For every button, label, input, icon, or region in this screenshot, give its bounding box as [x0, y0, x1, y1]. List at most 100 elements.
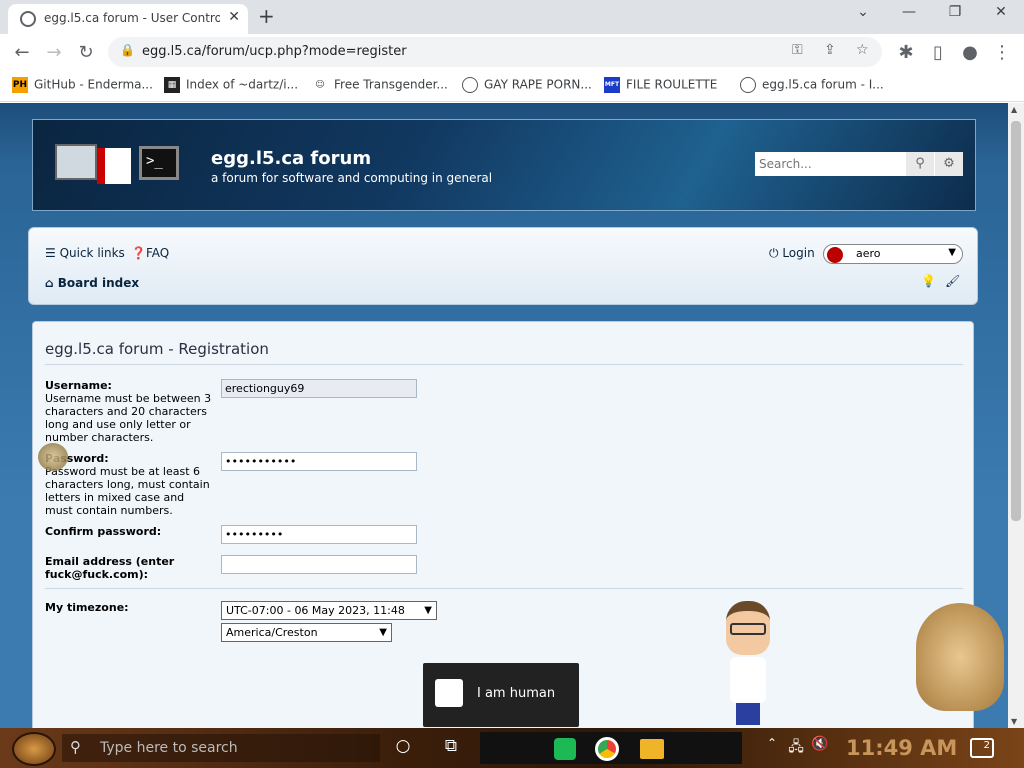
- close-window-button[interactable]: ✕: [978, 4, 1024, 28]
- page-title: egg.l5.ca forum - Registration: [45, 340, 269, 358]
- scroll-up-icon[interactable]: ▲: [1011, 105, 1017, 114]
- mft-icon: MFT: [604, 77, 620, 93]
- mask-icon: ☺: [312, 77, 328, 93]
- hamster-image: [916, 603, 1004, 711]
- home-icon: ⌂: [45, 276, 58, 290]
- username-desc: Username must be between 3 characters an…: [45, 392, 212, 444]
- site-title[interactable]: egg.l5.ca forum: [211, 148, 371, 169]
- tab-title: egg.l5.ca forum - User Control: [44, 11, 220, 25]
- chevron-down-icon: ▼: [379, 627, 387, 638]
- ph-icon: PH: [12, 77, 28, 93]
- address-bar[interactable]: 🔒 egg.l5.ca/forum/ucp.php?mode=register …: [108, 37, 882, 67]
- computer-logo-icon: [55, 144, 97, 180]
- terminal-icon: ▦: [164, 77, 180, 93]
- cd-logo-icon: [97, 148, 131, 184]
- back-icon[interactable]: ←: [10, 42, 34, 63]
- password-key-icon[interactable]: ⚿: [792, 42, 803, 58]
- page-viewport: >_ egg.l5.ca forum a forum for software …: [0, 103, 1008, 728]
- style-icon: [827, 247, 843, 263]
- close-tab-icon[interactable]: ✕: [228, 9, 240, 25]
- email-label: Email address (enter fuck@fuck.com):: [45, 555, 175, 581]
- cortana-icon[interactable]: ○: [391, 736, 415, 756]
- site-header: >_ egg.l5.ca forum a forum for software …: [32, 119, 976, 211]
- cursor-animal-image: [38, 443, 68, 471]
- restore-button[interactable]: ❐: [932, 4, 978, 28]
- brush-icon[interactable]: 🖌: [945, 274, 960, 288]
- captcha-widget: I am human: [423, 663, 579, 727]
- divider: [45, 588, 963, 589]
- share-icon[interactable]: ⇪: [824, 42, 836, 58]
- username-field[interactable]: [221, 379, 417, 398]
- power-icon: ⏻: [769, 246, 783, 260]
- timezone-offset-select[interactable]: UTC-07:00 - 06 May 2023, 11:48 ▼: [221, 601, 437, 620]
- style-select[interactable]: aero ▼: [823, 244, 963, 264]
- lock-icon[interactable]: 🔒: [120, 43, 135, 57]
- gear-icon[interactable]: ⚙: [935, 152, 963, 176]
- browser-tab-strip: egg.l5.ca forum - User Control ✕ + ⌄ — ❐…: [0, 0, 1024, 34]
- extensions-icon[interactable]: ✱: [894, 42, 918, 63]
- taskbar-search-placeholder: Type here to search: [100, 740, 238, 756]
- scrollbar-thumb[interactable]: [1011, 121, 1021, 521]
- bookmark-item[interactable]: GAY RAPE PORN...: [462, 77, 592, 93]
- scroll-down-icon[interactable]: ▼: [1011, 717, 1017, 726]
- board-index-link[interactable]: ⌂ Board index: [45, 276, 139, 290]
- volume-muted-icon[interactable]: 🔇: [808, 736, 832, 752]
- search-box: ⚲ ⚙: [755, 152, 963, 176]
- task-view-icon[interactable]: ⧉: [439, 736, 463, 756]
- timezone-label: My timezone:: [45, 601, 129, 614]
- taskbar: ⚲ Type here to search ○ ⧉ ⌃ 🖧 🔇 11:49 AM…: [0, 728, 1024, 768]
- new-tab-button[interactable]: +: [258, 4, 275, 28]
- globe-icon: [20, 11, 36, 27]
- tray-chevron-icon[interactable]: ⌃: [760, 736, 784, 750]
- confirm-password-label: Confirm password:: [45, 525, 162, 538]
- bookmark-item[interactable]: MFT FILE ROULETTE: [604, 77, 717, 93]
- profile-icon[interactable]: ●: [958, 42, 982, 63]
- bookmark-star-icon[interactable]: ☆: [856, 42, 869, 58]
- app-icon[interactable]: [554, 738, 576, 760]
- minimize-button[interactable]: —: [886, 4, 932, 28]
- chevron-down-icon: ▼: [424, 605, 432, 616]
- username-label: Username:: [45, 379, 112, 392]
- confirm-password-field[interactable]: [221, 525, 417, 544]
- login-link[interactable]: ⏻ Login: [769, 246, 815, 261]
- lightbulb-icon[interactable]: 💡: [921, 274, 936, 288]
- notification-center-icon[interactable]: 2: [970, 738, 994, 758]
- reload-icon[interactable]: ↻: [74, 42, 98, 63]
- forward-icon[interactable]: →: [42, 42, 66, 63]
- email-field[interactable]: [221, 555, 417, 574]
- divider: [45, 364, 963, 365]
- taskbar-apps: [480, 732, 742, 764]
- password-desc: Password must be at least 6 characters l…: [45, 465, 210, 517]
- bookmark-item[interactable]: egg.l5.ca forum - I...: [740, 77, 884, 93]
- search-icon: ⚲: [70, 738, 81, 756]
- taskbar-search[interactable]: ⚲ Type here to search: [62, 734, 380, 762]
- globe-icon: [462, 77, 478, 93]
- clock[interactable]: 11:49 AM: [846, 736, 957, 760]
- search-input[interactable]: [755, 152, 905, 176]
- globe-icon: [740, 77, 756, 93]
- chrome-icon[interactable]: [595, 737, 619, 761]
- captcha-checkbox[interactable]: [435, 679, 463, 707]
- faq-link[interactable]: ❓FAQ: [131, 246, 169, 260]
- chevron-down-icon: ▼: [948, 247, 956, 258]
- page-scrollbar[interactable]: ▲ ▼: [1008, 103, 1024, 728]
- menu-icon[interactable]: ⋮: [990, 42, 1014, 63]
- bookmark-item[interactable]: ☺ Free Transgender...: [312, 77, 448, 93]
- side-panel-icon[interactable]: ▯: [926, 42, 950, 63]
- browser-tab[interactable]: egg.l5.ca forum - User Control ✕: [8, 4, 248, 34]
- question-icon: ❓: [131, 246, 146, 260]
- password-field[interactable]: [221, 452, 417, 471]
- quick-links[interactable]: ☰ Quick links: [45, 246, 125, 260]
- start-button[interactable]: [12, 732, 56, 766]
- hamburger-icon: ☰: [45, 246, 60, 260]
- bookmarks-bar: PH GitHub - Enderma... ▦ Index of ~dartz/i…: [0, 70, 1024, 102]
- bookmark-item[interactable]: ▦ Index of ~dartz/i...: [164, 77, 298, 93]
- captcha-label: I am human: [477, 686, 556, 701]
- search-icon[interactable]: ⚲: [906, 152, 934, 176]
- file-explorer-icon[interactable]: [640, 739, 664, 759]
- browser-toolbar: ← → ↻ 🔒 egg.l5.ca/forum/ucp.php?mode=reg…: [0, 34, 1024, 70]
- bookmark-item[interactable]: PH GitHub - Enderma...: [12, 77, 153, 93]
- timezone-zone-select[interactable]: America/Creston ▼: [221, 623, 392, 642]
- network-icon[interactable]: 🖧: [784, 736, 808, 760]
- tab-search-icon[interactable]: ⌄: [840, 4, 886, 28]
